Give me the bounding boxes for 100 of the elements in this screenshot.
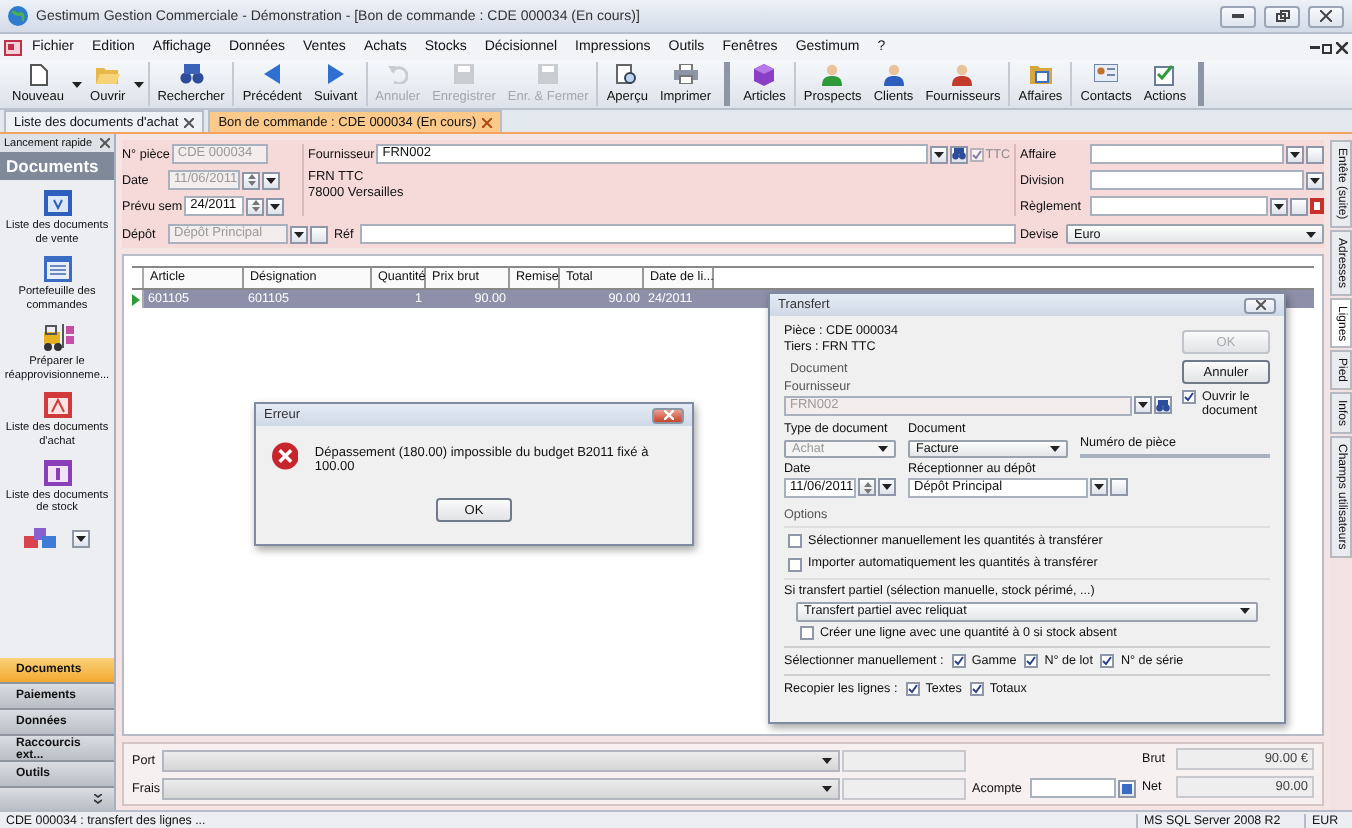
close-button[interactable] xyxy=(1308,5,1344,27)
left-arrow-icon xyxy=(264,64,281,84)
input-field[interactable] xyxy=(1080,453,1270,458)
person-icon xyxy=(822,64,843,86)
dropdown-button[interactable] xyxy=(929,145,948,163)
input-field[interactable] xyxy=(1090,144,1284,164)
close-icon[interactable] xyxy=(184,117,195,127)
close-icon xyxy=(1320,10,1332,22)
input-field[interactable] xyxy=(360,224,1016,244)
binoculars-icon xyxy=(951,148,966,160)
page-magnifier-icon xyxy=(616,64,639,86)
restore-icon[interactable] xyxy=(1322,41,1334,53)
document-icon[interactable] xyxy=(1310,198,1324,214)
caret-icon xyxy=(1274,203,1284,209)
caret-icon xyxy=(1290,151,1300,157)
dropdown-button[interactable] xyxy=(72,529,90,548)
checklist-icon xyxy=(1154,64,1176,86)
dropdown-button[interactable] xyxy=(262,171,280,189)
dropdown-button[interactable] xyxy=(290,225,308,243)
dropdown-button[interactable] xyxy=(878,478,896,497)
spinner-button[interactable] xyxy=(858,478,876,497)
caret-icon xyxy=(266,177,276,183)
dropdown-button[interactable] xyxy=(1134,396,1152,415)
input-field[interactable] xyxy=(1090,196,1268,216)
document-icon xyxy=(29,64,48,86)
cube-icon xyxy=(754,64,775,86)
calculator-button[interactable] xyxy=(1118,779,1136,797)
input-field xyxy=(842,778,966,800)
right-arrow-icon xyxy=(327,64,344,84)
restore-icon xyxy=(1275,10,1289,22)
forklift-icon xyxy=(41,323,73,352)
caret-icon xyxy=(1240,608,1250,615)
caret-icon xyxy=(882,484,892,491)
caret-icon xyxy=(933,151,944,157)
person-icon xyxy=(883,64,904,86)
folder-icon xyxy=(1029,64,1052,84)
list-icon xyxy=(43,256,71,283)
spinner-icon xyxy=(251,200,260,212)
spinner-icon xyxy=(863,481,871,494)
input-field xyxy=(842,750,966,772)
undo-icon xyxy=(387,64,408,84)
checkbox[interactable] xyxy=(1100,654,1115,669)
input-field[interactable] xyxy=(1030,778,1116,798)
window-icon xyxy=(43,190,71,216)
dropdown-button[interactable] xyxy=(266,197,285,215)
checkbox[interactable] xyxy=(800,625,814,640)
close-icon[interactable] xyxy=(100,138,110,148)
close-button[interactable] xyxy=(652,407,684,423)
checkbox[interactable] xyxy=(969,682,984,697)
document-icon xyxy=(43,392,71,419)
chevron-icon[interactable] xyxy=(94,793,102,805)
caret-icon xyxy=(294,231,304,237)
binoculars-icon xyxy=(1156,399,1170,412)
dropdown-button[interactable] xyxy=(1286,145,1304,163)
checkbox[interactable] xyxy=(1182,390,1196,404)
caret-icon xyxy=(822,786,832,792)
close-icon xyxy=(663,410,673,420)
dropdown-button[interactable] xyxy=(1306,171,1324,189)
checkbox[interactable] xyxy=(905,682,920,697)
caret-icon xyxy=(76,535,86,542)
panel-heading: Documents xyxy=(0,152,114,180)
error-icon xyxy=(272,442,299,470)
caret-icon xyxy=(878,445,888,452)
person-icon xyxy=(952,64,973,86)
minimize-icon[interactable] xyxy=(1310,45,1320,49)
blocks-icon xyxy=(24,526,56,551)
caret-icon xyxy=(1310,177,1320,183)
spinner-button[interactable] xyxy=(246,197,265,215)
search-button[interactable] xyxy=(1154,396,1172,415)
checkbox[interactable] xyxy=(951,654,966,669)
search-button[interactable] xyxy=(949,145,968,163)
caret-icon xyxy=(270,203,281,209)
binoculars-icon xyxy=(179,64,204,84)
minimize-icon xyxy=(1232,14,1244,18)
app-icon xyxy=(4,39,22,55)
minimize-button[interactable] xyxy=(1220,5,1256,27)
globe-icon xyxy=(8,6,28,26)
checkbox[interactable] xyxy=(1024,654,1039,669)
dropdown-button[interactable] xyxy=(1270,197,1288,215)
printer-icon xyxy=(673,64,698,84)
caret-icon xyxy=(1138,402,1148,409)
restore-button[interactable] xyxy=(1264,5,1300,27)
caret-icon xyxy=(1050,445,1060,452)
checkbox[interactable] xyxy=(788,557,802,572)
dropdown-button[interactable] xyxy=(1090,478,1108,497)
close-icon[interactable] xyxy=(1336,41,1348,53)
input-field[interactable] xyxy=(1090,170,1304,190)
caret-icon xyxy=(1306,231,1316,237)
caret-icon xyxy=(133,81,144,87)
checkbox[interactable] xyxy=(788,534,802,549)
spinner-icon xyxy=(247,174,255,186)
folder-icon xyxy=(95,64,120,84)
document-icon xyxy=(43,459,71,486)
spinner-button[interactable] xyxy=(242,171,260,189)
checkbox[interactable] xyxy=(969,147,984,161)
row-pointer-icon xyxy=(132,293,140,305)
caret-icon xyxy=(822,758,832,764)
close-button[interactable] xyxy=(1244,297,1276,313)
close-icon xyxy=(1255,300,1265,310)
contact-card-icon xyxy=(1094,64,1119,82)
